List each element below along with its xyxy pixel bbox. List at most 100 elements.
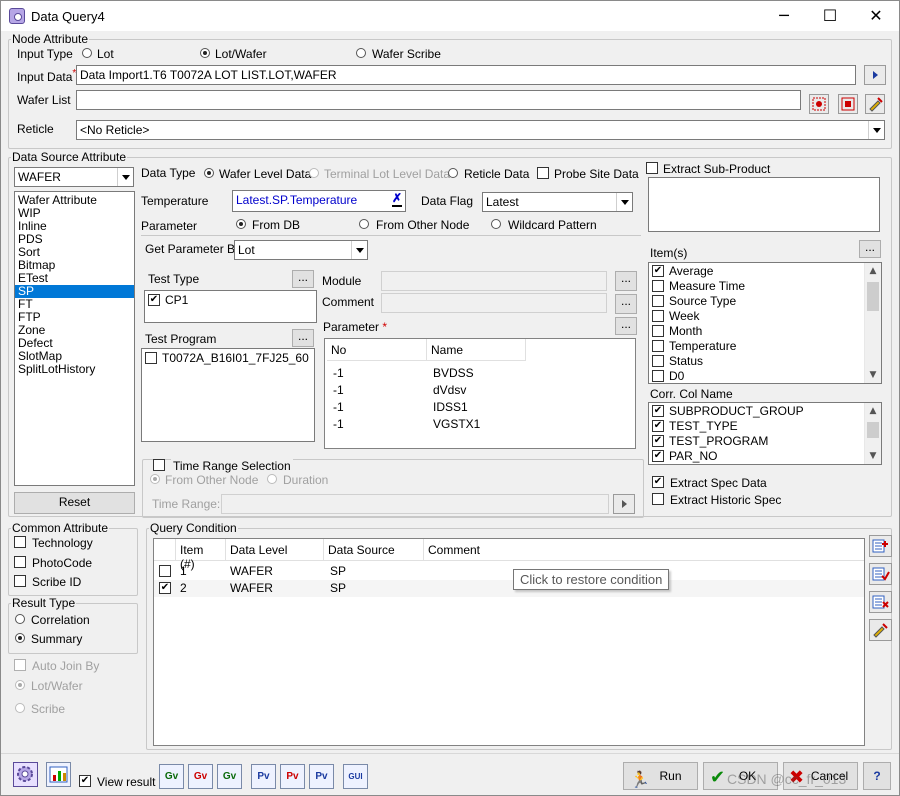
gv-export-icon[interactable]: Gv — [217, 764, 242, 789]
item-checkbox[interactable] — [652, 280, 664, 292]
param-row-no[interactable]: -1 — [329, 382, 427, 399]
checklist-item[interactable]: ✔ Average — [649, 264, 881, 279]
scroll-down-icon[interactable]: ▼ — [865, 448, 881, 464]
data-type-reticle-radio[interactable] — [448, 168, 458, 178]
param-from-node-label[interactable]: From Other Node — [376, 218, 469, 232]
param-wildcard-radio[interactable] — [491, 219, 501, 229]
test-type-more-button[interactable]: ... — [292, 270, 314, 288]
item-checkbox[interactable] — [145, 352, 157, 364]
technology-checkbox[interactable] — [14, 536, 26, 548]
item-checkbox[interactable]: ✔ — [652, 265, 664, 277]
minimize-button[interactable]: ─ — [761, 1, 807, 31]
data-source-combo[interactable]: WAFER — [14, 167, 134, 187]
wafer-map-grid-icon[interactable] — [838, 94, 858, 114]
item-checkbox[interactable] — [652, 355, 664, 367]
scroll-down-icon[interactable]: ▼ — [865, 367, 881, 383]
items-more-button[interactable]: ... — [859, 240, 881, 258]
chevron-down-icon[interactable] — [351, 241, 367, 259]
item-checkbox[interactable]: ✔ — [652, 405, 664, 417]
time-range-label[interactable]: Time Range Selection — [171, 459, 293, 473]
query-row-checkbox[interactable]: ✔ — [159, 582, 171, 594]
pv-check-icon[interactable]: Pv — [251, 764, 276, 789]
checklist-item[interactable]: Status — [649, 354, 881, 369]
extract-historic-checkbox[interactable] — [652, 493, 664, 505]
chevron-down-icon[interactable] — [868, 121, 884, 139]
item-checkbox[interactable]: ✔ — [652, 420, 664, 432]
checklist-item[interactable]: ✔ PAR_NO — [649, 449, 881, 464]
time-range-checkbox[interactable] — [153, 459, 165, 471]
test-type-list[interactable]: ✔ CP1 — [144, 290, 317, 323]
run-button[interactable]: 🏃 Run — [623, 762, 698, 790]
extract-historic-label[interactable]: Extract Historic Spec — [670, 493, 781, 507]
param-row-no[interactable]: -1 — [329, 365, 427, 382]
data-flag-combo[interactable]: Latest — [482, 192, 633, 212]
query-row[interactable]: ✔ 2 WAFER SP — [154, 580, 864, 597]
module-more-button[interactable]: ... — [615, 271, 637, 291]
corr-col-list[interactable]: ✔ SUBPRODUCT_GROUP ✔ TEST_TYPE ✔ TEST_PROGRAM… — [648, 402, 882, 465]
checklist-item[interactable]: ✔ TEST_PROGRAM — [649, 434, 881, 449]
pv-export-icon[interactable]: Pv — [309, 764, 334, 789]
checklist-item[interactable]: Month — [649, 324, 881, 339]
param-from-node-radio[interactable] — [359, 219, 369, 229]
qc-col-source[interactable]: Data Source — [324, 539, 424, 561]
view-result-checkbox[interactable]: ✔ — [79, 775, 91, 787]
parameter-more-button[interactable]: ... — [615, 317, 637, 335]
items-list[interactable]: ✔ Average Measure Time Source Type Week Month… — [648, 262, 882, 384]
gui-icon[interactable]: GUI — [343, 764, 368, 789]
scribe-id-label[interactable]: Scribe ID — [32, 575, 81, 589]
data-type-wafer-label[interactable]: Wafer Level Data — [219, 167, 311, 181]
scroll-thumb[interactable] — [867, 282, 879, 311]
input-type-waferscribe-radio[interactable] — [356, 48, 366, 58]
probe-site-checkbox[interactable] — [537, 167, 549, 179]
reticle-combo[interactable]: <No Reticle> — [76, 120, 885, 140]
input-type-lotwafer-radio[interactable] — [200, 48, 210, 58]
qc-col-level[interactable]: Data Level — [226, 539, 324, 561]
get-param-combo[interactable]: Lot — [234, 240, 368, 260]
correlation-radio[interactable] — [15, 614, 25, 624]
wafer-list-field[interactable] — [76, 90, 801, 110]
items-scrollbar[interactable]: ▲ ▼ — [864, 263, 881, 383]
extract-spec-label[interactable]: Extract Spec Data — [670, 476, 767, 490]
gv-delete-icon[interactable]: Gv — [188, 764, 213, 789]
item-checkbox[interactable] — [652, 340, 664, 352]
checklist-item[interactable]: T0072A_B16I01_7FJ25_60 — [142, 351, 314, 366]
pv-delete-icon[interactable]: Pv — [280, 764, 305, 789]
scribe-id-checkbox[interactable] — [14, 575, 26, 587]
query-row[interactable]: 1 WAFER SP — [154, 563, 864, 580]
input-type-lotwafer-label[interactable]: Lot/Wafer — [215, 47, 267, 61]
data-source-item[interactable]: SplitLotHistory — [15, 363, 134, 376]
view-result-label[interactable]: View result — [97, 775, 155, 789]
item-checkbox[interactable]: ✔ — [652, 450, 664, 462]
settings-gear-icon[interactable] — [13, 762, 38, 787]
chevron-down-icon[interactable] — [117, 168, 133, 186]
checklist-item[interactable]: Source Type — [649, 294, 881, 309]
param-col-name[interactable]: Name — [427, 339, 526, 361]
summary-radio[interactable] — [15, 633, 25, 643]
data-type-reticle-label[interactable]: Reticle Data — [464, 167, 529, 181]
checklist-item[interactable]: ✔ TEST_TYPE — [649, 419, 881, 434]
delete-condition-icon[interactable] — [869, 591, 892, 613]
checklist-item[interactable]: Temperature — [649, 339, 881, 354]
data-source-list[interactable]: Wafer Attribute WIP Inline PDS Sort Bitmap ETe… — [14, 191, 135, 486]
checklist-item[interactable]: Week — [649, 309, 881, 324]
param-row-no[interactable]: -1 — [329, 416, 427, 433]
param-row-name[interactable]: VGSTX1 — [429, 416, 527, 433]
extract-spec-checkbox[interactable]: ✔ — [652, 476, 664, 488]
qc-col-item[interactable]: Item (#) — [176, 539, 226, 571]
checklist-item[interactable]: ✔ SUBPRODUCT_GROUP — [649, 404, 881, 419]
correlation-label[interactable]: Correlation — [31, 613, 90, 627]
item-checkbox[interactable]: ✔ — [652, 435, 664, 447]
comment-more-button[interactable]: ... — [615, 294, 637, 314]
sub-product-area[interactable] — [648, 177, 880, 232]
scroll-up-icon[interactable]: ▲ — [865, 403, 881, 419]
scroll-thumb[interactable] — [867, 422, 879, 438]
scroll-up-icon[interactable]: ▲ — [865, 263, 881, 279]
summary-label[interactable]: Summary — [31, 632, 82, 646]
maximize-button[interactable]: ☐ — [807, 1, 853, 31]
qc-col-comment[interactable]: Comment — [424, 539, 864, 561]
photocode-label[interactable]: PhotoCode — [32, 556, 92, 570]
corr-scrollbar[interactable]: ▲ ▼ — [864, 403, 881, 464]
param-row-name[interactable]: BVDSS — [429, 365, 527, 382]
probe-site-label[interactable]: Probe Site Data — [554, 167, 639, 181]
photocode-checkbox[interactable] — [14, 556, 26, 568]
